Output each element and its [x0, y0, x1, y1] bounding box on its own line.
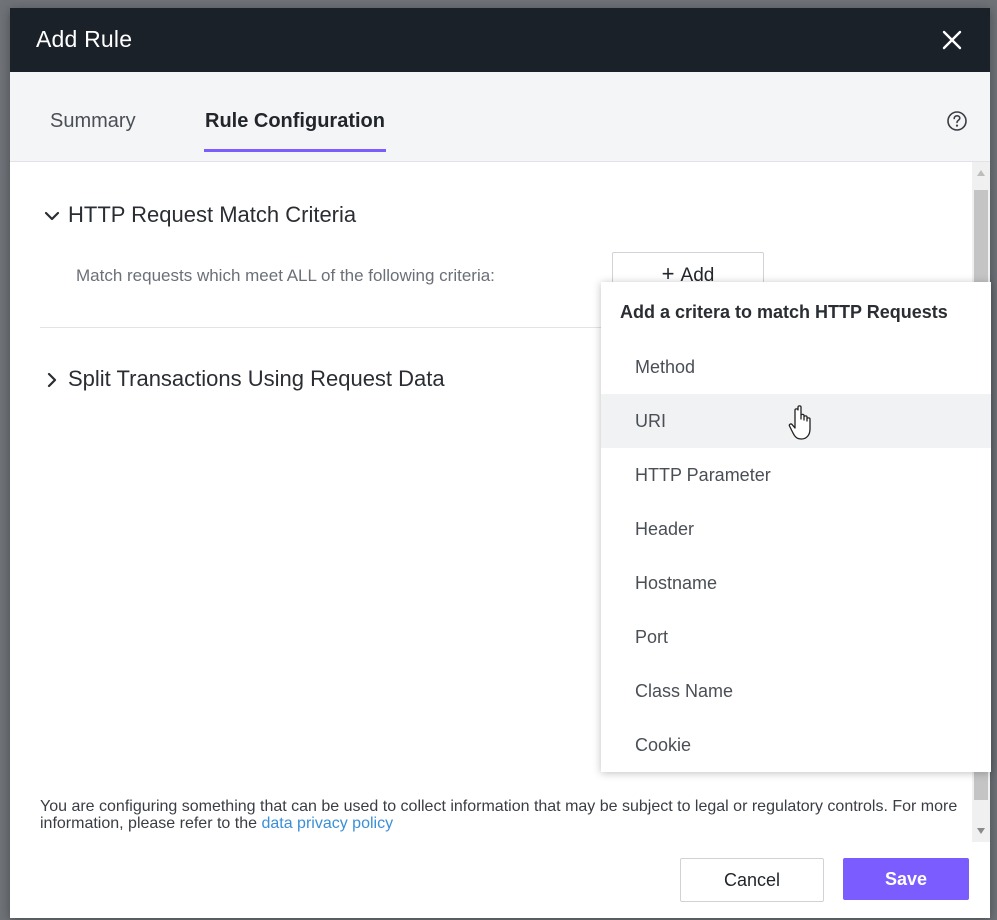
data-privacy-policy-link[interactable]: data privacy policy [261, 815, 393, 832]
tab-rule-configuration[interactable]: Rule Configuration [204, 110, 386, 152]
menu-item-label: URI [635, 411, 666, 431]
scroll-up-arrow-icon[interactable] [977, 170, 985, 176]
help-icon[interactable] [946, 110, 968, 132]
menu-item-http-parameter[interactable]: HTTP Parameter [601, 448, 991, 502]
match-description: Match requests which meet ALL of the fol… [76, 266, 495, 285]
menu-item-method[interactable]: Method [601, 340, 991, 394]
menu-item-hostname[interactable]: Hostname [601, 556, 991, 610]
section-title: Split Transactions Using Request Data [68, 366, 445, 391]
hand-pointer-icon [788, 405, 811, 440]
chevron-down-icon [44, 212, 60, 221]
cancel-button[interactable]: Cancel [680, 858, 824, 902]
dropdown-title: Add a critera to match HTTP Requests [620, 302, 948, 322]
dialog-titlebar: Add Rule [10, 8, 990, 72]
menu-item-cookie[interactable]: Cookie [601, 718, 991, 772]
menu-item-header[interactable]: Header [601, 502, 991, 556]
close-icon[interactable] [936, 24, 968, 56]
data-privacy-notice: You are configuring something that can b… [40, 798, 960, 832]
section-http-request-match-criteria[interactable]: HTTP Request Match Criteria [44, 202, 356, 228]
menu-item-uri[interactable]: URI [601, 394, 991, 448]
dialog-title: Add Rule [36, 26, 133, 52]
scroll-down-arrow-icon[interactable] [977, 828, 985, 834]
save-button[interactable]: Save [843, 858, 969, 900]
menu-item-class-name[interactable]: Class Name [601, 664, 991, 718]
menu-item-port[interactable]: Port [601, 610, 991, 664]
criteria-dropdown-menu: Add a critera to match HTTP Requests Met… [601, 282, 991, 772]
notice-text: You are configuring something that can b… [40, 798, 958, 832]
divider [40, 327, 620, 328]
tab-bar: Summary Rule Configuration [10, 72, 990, 162]
tab-summary[interactable]: Summary [50, 110, 136, 153]
section-split-transactions[interactable]: Split Transactions Using Request Data [44, 366, 445, 392]
section-title: HTTP Request Match Criteria [68, 202, 357, 227]
chevron-right-icon [47, 373, 57, 388]
